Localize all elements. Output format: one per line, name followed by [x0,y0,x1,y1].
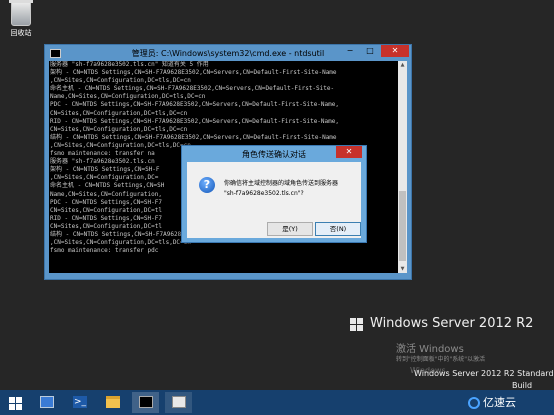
maximize-button[interactable]: □ [361,45,379,57]
server-manager-icon [40,396,54,408]
close-button[interactable]: ✕ [381,45,409,57]
os-edition: Windows Server 2012 R2 Standard [414,369,554,378]
console-scrollbar[interactable]: ▲ ▼ [398,61,407,273]
os-product-name: Windows Server 2012 R2 [370,316,534,331]
dialog-message-line2: "sh-f7a9628e3502.tls.cn"? [224,190,304,197]
dialog-message: 你确信将主域控制器的域角色传送到服务器 "sh-f7a9628e3502.tls… [224,179,338,199]
dialog-body: ? 你确信将主域控制器的域角色传送到服务器 "sh-f7a9628e3502.t… [187,162,361,238]
minimize-button[interactable]: − [341,45,359,57]
confirm-dialog[interactable]: 角色传送确认对话 ✕ ? 你确信将主域控制器的域角色传送到服务器 "sh-f7a… [181,145,367,243]
dialog-taskbar-icon [172,396,186,408]
yes-button[interactable]: 是(Y) [267,222,313,236]
console-line: fsmo maintenance: transfer pdc [50,247,159,255]
scroll-up-icon[interactable]: ▲ [398,62,407,68]
server-manager-button[interactable] [33,392,60,413]
desktop: 回收站 管理员: C:\Windows\system32\cmd.exe - n… [0,0,554,399]
console-line: 命名主机 - CN=NTDS Settings,CN=SH-F7A9628E35… [50,85,335,93]
dialog-close-button[interactable]: ✕ [336,146,362,158]
no-button[interactable]: 否(N) [315,222,361,236]
console-line: Name,CN=Sites,CN=Configuration,DC=tls,DC… [50,93,206,101]
scroll-thumb[interactable] [399,191,406,261]
console-line: PDC - CN=NTDS Settings,CN=SH-F7A9628E350… [50,101,339,109]
file-explorer-button[interactable] [99,392,126,413]
cmd-taskbar-icon [139,396,153,408]
question-icon: ? [199,177,215,193]
console-line: 架构 - CN=NTDS Settings,CN=SH-F7A9628E3502… [50,69,337,77]
activate-title: 激活 Windows [396,344,464,355]
console-line: RID - CN=NTDS Settings,CN=SH-F7A9628E350… [50,117,339,125]
console-line: CN=Sites,CN=Configuration,DC=tls,DC=cn [50,109,188,117]
cmd-taskbar-button[interactable] [132,392,159,413]
console-line: 服务器 "sh-f7a9628e3502.tls.cn" 知道有关 5 作用 [50,61,209,68]
recycle-bin-icon [9,0,33,26]
recycle-bin[interactable]: 回收站 [4,0,38,38]
file-explorer-icon [106,396,120,408]
brand-mark-icon [468,397,480,409]
brand-text: 亿速云 [483,396,516,409]
powershell-icon: >_ [73,396,87,408]
activate-hint: 转到"控制面板"中的"系统"以激活 [396,356,486,363]
console-line: CN=Sites,CN=Configuration,DC=tls,DC=cn [50,125,188,133]
recycle-bin-label: 回收站 [10,29,32,37]
scroll-down-icon[interactable]: ▼ [398,266,407,272]
start-button[interactable] [2,392,29,413]
windows-logo-icon [350,318,364,332]
cmd-title-bar[interactable]: 管理员: C:\Windows\system32\cmd.exe - ntdsu… [45,45,411,62]
powershell-button[interactable]: >_ [66,392,93,413]
console-line: 结构 - CN=NTDS Settings,CN=SH-F7A9628E3502… [50,133,337,141]
dialog-taskbar-button[interactable] [165,392,192,413]
dialog-message-line1: 你确信将主域控制器的域角色传送到服务器 [224,180,339,187]
brand-logo: 亿速云 [468,394,516,410]
